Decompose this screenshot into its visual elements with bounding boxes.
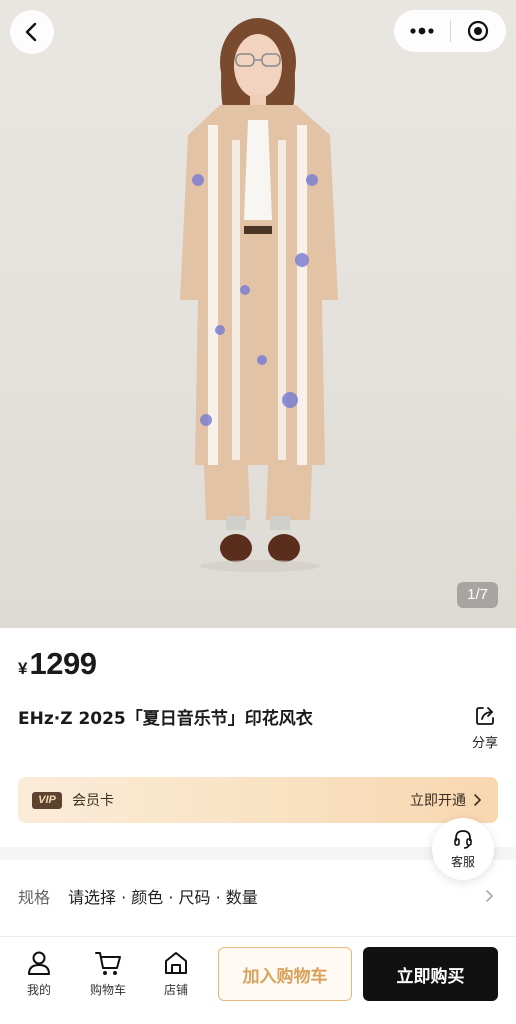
- spec-key: 规格: [18, 888, 51, 907]
- vip-card-banner[interactable]: VIP 会员卡 立即开通: [18, 777, 498, 823]
- nav-cart[interactable]: 购物车: [78, 949, 138, 998]
- chevron-left-icon: [25, 22, 37, 42]
- chevron-right-icon: [474, 794, 482, 806]
- price-amount: 1299: [29, 646, 97, 681]
- share-button[interactable]: 分享: [464, 704, 506, 751]
- nav-mine[interactable]: 我的: [9, 949, 69, 998]
- bottom-action-bar: 我的 购物车 店铺 加入购物车 立即购买: [0, 936, 516, 1024]
- miniprogram-capsule: [394, 10, 506, 52]
- nav-mine-label: 我的: [26, 983, 51, 997]
- user-icon: [28, 951, 50, 975]
- share-icon: [476, 707, 494, 725]
- headset-icon: [454, 830, 472, 849]
- buy-now-button[interactable]: 立即购买: [363, 947, 498, 1001]
- nav-store-label: 店铺: [163, 983, 188, 997]
- back-button[interactable]: [10, 10, 54, 54]
- image-pager: 1/7: [457, 582, 498, 608]
- product-title: EHz·Z 2025「夏日音乐节」印花风衣: [18, 709, 313, 729]
- product-image-carousel[interactable]: 1/7: [0, 0, 516, 628]
- nav-store[interactable]: 店铺: [146, 949, 206, 998]
- share-label: 分享: [471, 736, 498, 751]
- spec-value: 请选择 · 颜色 · 尺码 · 数量: [68, 888, 258, 907]
- vip-badge: VIP: [32, 791, 62, 809]
- vip-open-link[interactable]: 立即开通: [410, 790, 482, 810]
- product-photo: [180, 18, 338, 572]
- add-to-cart-button[interactable]: 加入购物车: [218, 947, 352, 1001]
- more-dots-icon: [410, 27, 434, 35]
- price: ¥ 1299: [18, 646, 97, 682]
- more-button[interactable]: [394, 10, 450, 52]
- nav-cart-label: 购物车: [89, 983, 126, 997]
- store-icon: [165, 952, 187, 974]
- target-circle-icon: [468, 20, 489, 42]
- close-miniprogram-button[interactable]: [451, 10, 507, 52]
- chevron-right-icon: [486, 890, 494, 902]
- cart-icon: [95, 952, 121, 975]
- currency-symbol: ¥: [18, 659, 28, 678]
- spec-selector-row[interactable]: 规格 请选择 · 颜色 · 尺码 · 数量: [0, 860, 516, 932]
- vip-label: 会员卡: [72, 793, 114, 809]
- vip-action-label: 立即开通: [410, 793, 466, 809]
